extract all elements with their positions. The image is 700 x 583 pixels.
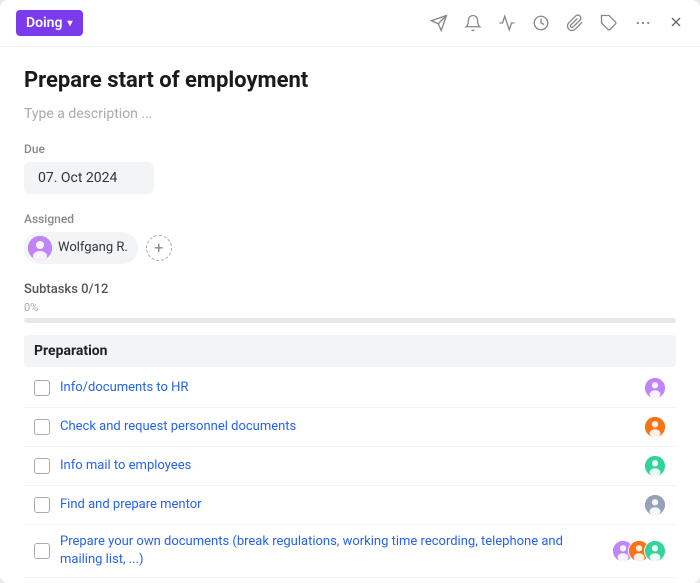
subtask-item[interactable]: Key?	[24, 578, 676, 583]
subtask-avatars	[644, 455, 666, 477]
subtask-item[interactable]: Find and prepare mentor	[24, 486, 676, 525]
bell-icon[interactable]	[464, 14, 482, 32]
more-icon[interactable]	[634, 14, 652, 32]
subtask-avatars	[644, 416, 666, 438]
subtask-text: Check and request personnel documents	[60, 419, 634, 434]
status-label: Doing	[26, 15, 62, 31]
subtask-text: Prepare your own documents (break regula…	[60, 533, 602, 569]
task-modal: Doing ▾	[0, 0, 700, 583]
paperclip-icon[interactable]	[566, 14, 584, 32]
subtask-avatar	[644, 416, 666, 438]
assignees-list: Wolfgang R. +	[24, 232, 676, 264]
task-content: Prepare start of employment Type a descr…	[0, 47, 700, 583]
assigned-label: Assigned	[24, 212, 676, 226]
close-button[interactable]	[668, 13, 684, 33]
tag-icon[interactable]	[600, 14, 618, 32]
assignee-name: Wolfgang R.	[58, 240, 128, 255]
assignee-avatar	[28, 236, 52, 260]
subtask-checkbox[interactable]	[34, 380, 50, 396]
toolbar-right	[430, 13, 684, 33]
send-icon[interactable]	[430, 14, 448, 32]
assigned-section: Assigned Wolfgang R. +	[24, 212, 676, 264]
chart-icon[interactable]	[498, 14, 516, 32]
assignee-chip[interactable]: Wolfgang R.	[24, 232, 138, 264]
subtask-list: Info/documents to HR Check and request pe…	[24, 369, 676, 583]
subtask-avatar	[644, 455, 666, 477]
status-badge[interactable]: Doing ▾	[16, 10, 83, 36]
task-title: Prepare start of employment	[24, 67, 676, 96]
subtask-text: Info/documents to HR	[60, 380, 634, 395]
subtask-avatars	[612, 540, 666, 562]
due-label: Due	[24, 142, 676, 156]
subtask-item[interactable]: Info mail to employees	[24, 447, 676, 486]
subtask-avatar	[644, 377, 666, 399]
subtask-item[interactable]: Info/documents to HR	[24, 369, 676, 408]
subtask-text: Info mail to employees	[60, 458, 634, 473]
subtask-avatars	[644, 377, 666, 399]
subtask-avatar	[644, 494, 666, 516]
chevron-down-icon: ▾	[67, 18, 72, 29]
subtasks-header: Subtasks 0/12	[24, 282, 676, 297]
add-assignee-button[interactable]: +	[146, 235, 172, 261]
subtasks-label: Subtasks 0/12	[24, 282, 108, 297]
subtask-checkbox[interactable]	[34, 497, 50, 513]
subtask-checkbox[interactable]	[34, 419, 50, 435]
subtask-avatar	[644, 540, 666, 562]
subtask-checkbox[interactable]	[34, 543, 50, 559]
timer-icon[interactable]	[532, 14, 550, 32]
subtask-item[interactable]: Prepare your own documents (break regula…	[24, 525, 676, 578]
progress-pct: 0%	[24, 301, 676, 314]
progress-bar-track	[24, 318, 676, 323]
subtask-group-title: Preparation	[24, 335, 676, 367]
due-date-field[interactable]: 07. Oct 2024	[24, 162, 154, 194]
subtask-avatars	[644, 494, 666, 516]
subtask-item[interactable]: Check and request personnel documents	[24, 408, 676, 447]
toolbar: Doing ▾	[0, 0, 700, 47]
subtask-text: Find and prepare mentor	[60, 497, 634, 512]
subtasks-section: Subtasks 0/12 0% Preparation Info/docume…	[24, 282, 676, 583]
toolbar-left: Doing ▾	[16, 10, 83, 36]
subtask-checkbox[interactable]	[34, 458, 50, 474]
description-placeholder[interactable]: Type a description ...	[24, 106, 676, 122]
